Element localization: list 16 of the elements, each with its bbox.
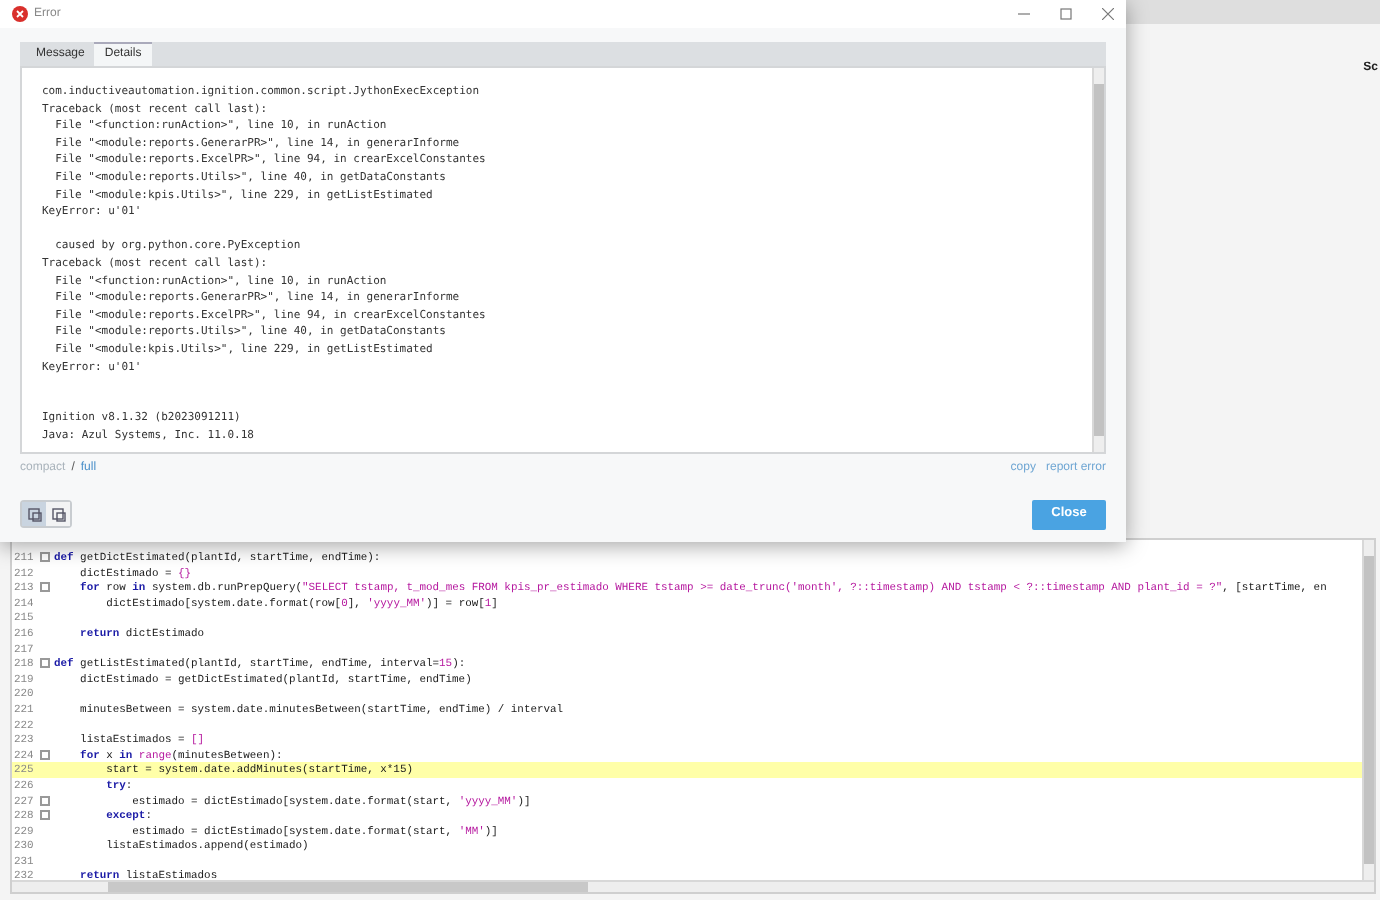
code-editor[interactable] (10, 538, 1376, 894)
fold-toggle-icon[interactable] (40, 810, 50, 821)
fold-toggle-icon[interactable] (40, 582, 50, 593)
fold-toggle-icon[interactable] (40, 658, 50, 669)
fold-toggle-icon[interactable] (40, 750, 50, 761)
horizontal-scrollbar[interactable] (12, 880, 1374, 892)
minimize-icon[interactable] (1018, 8, 1030, 20)
maximize-icon[interactable] (1060, 8, 1072, 20)
fold-toggle-icon[interactable] (40, 795, 50, 806)
layout-toggle-button[interactable] (46, 502, 70, 526)
layout-toggle-button[interactable] (22, 502, 46, 526)
vertical-scrollbar[interactable] (1092, 68, 1104, 452)
close-icon[interactable] (1102, 8, 1114, 20)
vertical-scrollbar[interactable] (1362, 540, 1374, 880)
error-icon (12, 6, 28, 22)
fold-toggle-icon[interactable] (40, 552, 50, 563)
